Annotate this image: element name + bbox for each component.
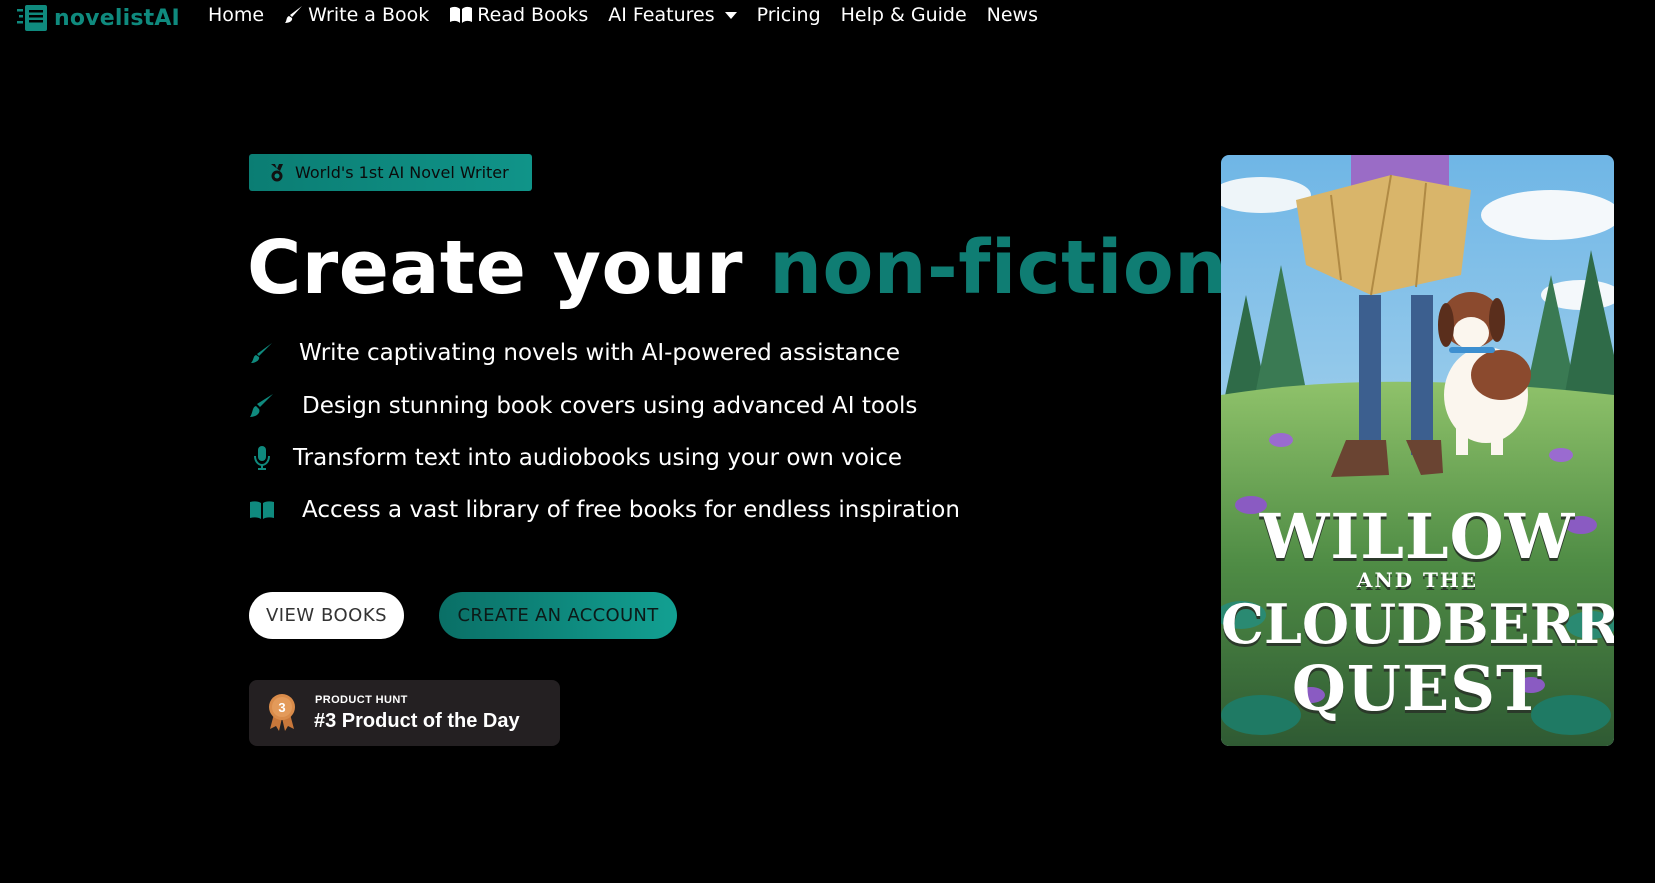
nav-help-guide[interactable]: Help & Guide <box>841 4 967 26</box>
cover-title-line: WILLOW <box>1259 500 1576 573</box>
caret-down-icon <box>724 11 737 19</box>
book-cover-image[interactable]: WILLOW AND THE CLOUDBERRY QUEST <box>1221 155 1614 746</box>
hero-headline: Create your non-fiction <box>247 218 1227 318</box>
feature-text: Write captivating novels with AI-powered… <box>299 340 900 366</box>
product-hunt-badge[interactable]: 3 PRODUCT HUNT #3 Product of the Day <box>249 680 560 746</box>
cover-title-line: CLOUDBERRY <box>1221 592 1614 656</box>
feature-text: Access a vast library of free books for … <box>302 497 960 523</box>
headline-accent: non-fiction <box>769 225 1228 311</box>
nav-pricing[interactable]: Pricing <box>757 4 821 26</box>
microphone-icon <box>249 445 275 471</box>
nav-home[interactable]: Home <box>208 4 264 26</box>
brand-link[interactable]: novelistAI <box>16 3 180 33</box>
hero-badge: World's 1st AI Novel Writer <box>249 154 532 191</box>
award-medal-icon: 3 <box>269 694 295 731</box>
nav-write-label: Write a Book <box>308 4 430 26</box>
medal-icon <box>271 163 283 181</box>
feature-item: Transform text into audiobooks using you… <box>249 445 902 471</box>
feature-text: Transform text into audiobooks using you… <box>293 445 902 471</box>
nav-read-books[interactable]: Read Books <box>449 4 588 26</box>
paint-brush-icon <box>249 393 275 419</box>
book-open-icon <box>450 6 473 23</box>
nav-ai-features-label: AI Features <box>608 4 715 26</box>
nav-pricing-label: Pricing <box>756 4 821 26</box>
book-open-icon <box>249 497 275 523</box>
product-hunt-title: #3 Product of the Day <box>314 710 520 732</box>
feature-text: Design stunning book covers using advanc… <box>302 393 918 419</box>
brush-icon <box>285 6 303 23</box>
create-account-button[interactable]: CREATE AN ACCOUNT <box>439 592 677 639</box>
nav-news-label: News <box>986 4 1038 26</box>
nav-news[interactable]: News <box>987 4 1038 26</box>
nav-home-label: Home <box>208 4 265 26</box>
cover-title-line: AND THE <box>1356 568 1479 592</box>
view-books-button[interactable]: VIEW BOOKS <box>249 592 404 639</box>
medal-rank: 3 <box>278 700 285 715</box>
top-navbar: novelistAI Home Write a Book Read Books … <box>0 0 1655 36</box>
nav-read-label: Read Books <box>477 4 589 26</box>
brand-name: novelistAI <box>54 5 180 31</box>
cover-title-line: QUEST <box>1291 652 1544 725</box>
feature-item: Write captivating novels with AI-powered… <box>249 340 900 366</box>
headline-prefix: Create your <box>247 225 744 311</box>
nav-write-a-book[interactable]: Write a Book <box>284 4 429 26</box>
logo-icon <box>17 5 47 31</box>
feature-item: Design stunning book covers using advanc… <box>249 393 917 419</box>
pen-icon <box>249 340 275 366</box>
hero-badge-text: World's 1st AI Novel Writer <box>295 163 509 182</box>
nav-ai-features-dropdown[interactable]: AI Features <box>608 4 737 26</box>
product-hunt-label: PRODUCT HUNT <box>315 694 408 706</box>
feature-item: Access a vast library of free books for … <box>249 497 960 523</box>
nav-help-label: Help & Guide <box>840 4 967 26</box>
